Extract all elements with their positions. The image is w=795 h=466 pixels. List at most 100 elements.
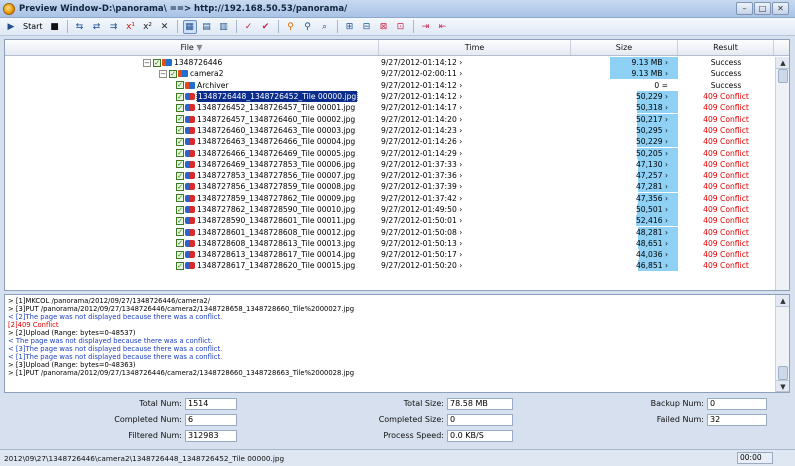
row-checkbox[interactable]: ✓ xyxy=(176,137,184,146)
log-line: < [1]The page was not displayed because … xyxy=(8,353,223,361)
move-up-icon[interactable]: ⇆ xyxy=(73,20,87,34)
table-row[interactable]: ✓ 1348727853_1348727856_Tile 00007.jpg 9/2… xyxy=(5,170,775,182)
file-transfer-icon xyxy=(185,104,195,112)
scroll-down-arrow-icon[interactable]: ▼ xyxy=(776,380,789,392)
column-header-file[interactable]: File ▼ xyxy=(5,40,379,55)
table-row[interactable]: ✓ 1348727862_1348728590_Tile 00010.jpg 9/2… xyxy=(5,204,775,215)
table-row[interactable]: − ✓ camera2 9/27/2012-02:00:11 › 9.13 MB › Su… xyxy=(5,68,775,80)
grid-scrollbar[interactable]: ▲ xyxy=(775,57,789,290)
row-checkbox[interactable]: ✓ xyxy=(176,216,184,225)
table-row[interactable]: ✓ 1348726448_1348726452_Tile 00000.jpg 9/2… xyxy=(5,91,775,103)
scroll-thumb[interactable] xyxy=(778,366,788,380)
table-row[interactable]: ✓ 1348726469_1348727853_Tile 00006.jpg 9/2… xyxy=(5,158,775,170)
column-header-time[interactable]: Time xyxy=(379,40,571,55)
close-button[interactable]: ✕ xyxy=(772,2,789,15)
column-header-size[interactable]: Size xyxy=(571,40,678,55)
time-value: 9/27/2012-01:49:50 xyxy=(381,205,457,214)
row-checkbox[interactable]: ✓ xyxy=(176,171,184,180)
close-icon[interactable]: ✕ xyxy=(158,20,172,34)
table-row[interactable]: ✓ 1348728608_1348728613_Tile 00013.jpg 9/2… xyxy=(5,237,775,249)
file-name: 1348726446 xyxy=(174,58,223,68)
row-checkbox[interactable]: ✓ xyxy=(169,69,177,78)
chevron-right-icon: › xyxy=(456,125,463,135)
row-checkbox[interactable]: ✓ xyxy=(176,239,184,248)
scroll-thumb[interactable] xyxy=(778,69,788,83)
collapse-icon[interactable]: ⊠ xyxy=(377,20,391,34)
play-icon[interactable]: ▶ xyxy=(4,20,18,34)
clear-failed-icon[interactable]: x¹ xyxy=(124,20,138,34)
row-checkbox[interactable]: ✓ xyxy=(176,160,184,169)
table-row[interactable]: ✓ 1348726457_1348726460_Tile 00002.jpg 9/2… xyxy=(5,113,775,125)
sort-desc-icon: ▼ xyxy=(196,43,203,52)
remove-icon[interactable]: ⇉ xyxy=(107,20,121,34)
chevron-right-icon: › xyxy=(456,182,463,192)
time-value: 9/27/2012-01:14:12 xyxy=(381,58,457,68)
table-row[interactable]: ✓ 1348726463_1348726466_Tile 00004.jpg 9/2… xyxy=(5,136,775,148)
row-checkbox[interactable]: ✓ xyxy=(176,261,184,270)
previous-icon[interactable]: ⇤ xyxy=(436,20,450,34)
maximize-button[interactable]: □ xyxy=(754,2,771,15)
expand-all-icon[interactable]: ⊟ xyxy=(360,20,374,34)
row-checkbox[interactable]: ✓ xyxy=(176,194,184,203)
filter-icon[interactable]: ⚲ xyxy=(284,20,298,34)
table-row[interactable]: ✓ 1348727856_1348727859_Tile 00008.jpg 9/2… xyxy=(5,181,775,193)
next-icon[interactable]: ⇥ xyxy=(419,20,433,34)
cell-result: 409 Conflict xyxy=(703,205,749,214)
column-header-result[interactable]: Result xyxy=(678,40,774,55)
row-checkbox[interactable]: ✓ xyxy=(176,149,184,158)
view-list-icon[interactable]: ▤ xyxy=(200,20,214,34)
table-row[interactable]: ✓ 1348726466_1348726469_Tile 00005.jpg 9/2… xyxy=(5,147,775,159)
view-tree-icon[interactable]: ▦ xyxy=(182,19,197,34)
row-checkbox[interactable]: ✓ xyxy=(176,81,184,90)
stat-value: 6 xyxy=(185,413,237,426)
row-checkbox[interactable]: ✓ xyxy=(176,228,184,237)
scroll-up-arrow-icon[interactable]: ▲ xyxy=(776,57,789,69)
collapse-all-icon[interactable]: ⊡ xyxy=(394,20,408,34)
log-scrollbar[interactable]: ▲ ▼ xyxy=(775,295,789,392)
table-row[interactable]: ✓ 1348727859_1348727862_Tile 00009.jpg 9/2… xyxy=(5,192,775,204)
row-checkbox[interactable]: ✓ xyxy=(176,126,184,135)
table-row[interactable]: ✓ 1348728590_1348728601_Tile 00011.jpg 9/2… xyxy=(5,215,775,227)
row-checkbox[interactable]: ✓ xyxy=(176,115,184,124)
row-checkbox[interactable]: ✓ xyxy=(176,205,184,214)
check-icon[interactable]: ✓ xyxy=(242,20,256,34)
minimize-button[interactable]: – xyxy=(736,2,753,15)
cell-size: 0 = xyxy=(571,80,678,91)
row-checkbox[interactable]: ✓ xyxy=(153,58,161,67)
status-path: 2012\09\27\1348726446\camera2\1348726448… xyxy=(4,453,285,463)
scroll-up-arrow-icon[interactable]: ▲ xyxy=(776,295,789,307)
start-button[interactable]: Start xyxy=(21,20,45,34)
cell-result: Success xyxy=(710,69,742,79)
collapse-icon[interactable]: − xyxy=(143,58,151,67)
size-value: 47,130 xyxy=(635,159,663,169)
view-detail-icon[interactable]: ▥ xyxy=(217,20,231,34)
row-checkbox[interactable]: ✓ xyxy=(176,250,184,259)
table-row[interactable]: ✓ Archiver 9/27/2012-01:14:12 › 0 = Success xyxy=(5,80,775,91)
table-row[interactable]: ✓ 1348726460_1348726463_Tile 00003.jpg 9/2… xyxy=(5,124,775,136)
size-value: 50,229 xyxy=(635,92,663,102)
table-row[interactable]: ✓ 1348728617_1348728620_Tile 00015.jpg 9/2… xyxy=(5,260,775,272)
collapse-icon[interactable]: − xyxy=(159,69,167,78)
clear-icon[interactable]: x² xyxy=(141,20,155,34)
filter-edit-icon[interactable]: ⚲ xyxy=(301,20,315,34)
table-row[interactable]: ✓ 1348728601_1348728608_Tile 00012.jpg 9/2… xyxy=(5,226,775,238)
status-time: 00:00 xyxy=(737,452,773,464)
move-down-icon[interactable]: ⇄ xyxy=(90,20,104,34)
table-row[interactable]: − ✓ 1348726446 9/27/2012-01:14:12 › 9.13 MB … xyxy=(5,57,775,69)
stat-label: Completed Num: xyxy=(114,415,182,424)
expand-icon[interactable]: ⊞ xyxy=(343,20,357,34)
table-row[interactable]: ✓ 1348726452_1348726457_Tile 00001.jpg 9/2… xyxy=(5,102,775,114)
stat-value: 0 xyxy=(707,397,767,410)
time-value: 9/27/2012-01:50:17 xyxy=(381,250,457,260)
file-name: 1348726457_1348726460_Tile 00002.jpg xyxy=(197,114,356,124)
row-checkbox[interactable]: ✓ xyxy=(176,182,184,191)
stop-icon[interactable]: ■ xyxy=(48,20,62,34)
chevron-right-icon: › xyxy=(662,159,668,169)
row-checkbox[interactable]: ✓ xyxy=(176,92,184,101)
uncheck-icon[interactable]: ✔ xyxy=(259,20,273,34)
size-value: 50,318 xyxy=(635,103,663,113)
title-bar: Preview Window-D:\panorama\ ==> http://1… xyxy=(0,0,795,18)
table-row[interactable]: ✓ 1348728613_1348728617_Tile 00014.jpg 9/2… xyxy=(5,249,775,261)
search-icon[interactable]: ⌕ xyxy=(318,20,332,34)
row-checkbox[interactable]: ✓ xyxy=(176,103,184,112)
